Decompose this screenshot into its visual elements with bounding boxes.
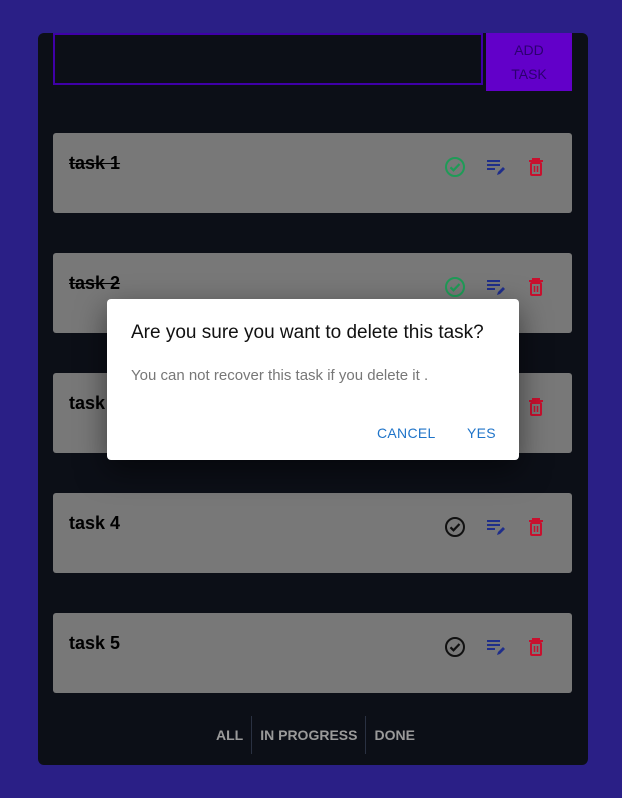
task-card: task 1 [53, 133, 572, 213]
add-task-button[interactable]: ADD TASK [486, 33, 572, 91]
filter-bar: ALL IN PROGRESS DONE [208, 716, 423, 754]
task-card: task 5 [53, 613, 572, 693]
check-circle-icon[interactable] [443, 635, 467, 659]
task-input[interactable] [53, 33, 483, 85]
task-card: task 4 [53, 493, 572, 573]
edit-list-icon[interactable] [484, 275, 508, 299]
add-task-label-line2: TASK [511, 66, 547, 82]
check-circle-icon[interactable] [443, 275, 467, 299]
edit-list-icon[interactable] [484, 635, 508, 659]
trash-icon[interactable] [524, 275, 548, 299]
trash-icon[interactable] [524, 155, 548, 179]
add-task-label-line1: ADD [514, 42, 544, 58]
check-circle-icon[interactable] [443, 155, 467, 179]
add-task-bar: ADD TASK [53, 33, 572, 91]
filter-all-button[interactable]: ALL [208, 716, 253, 754]
delete-confirm-dialog: Are you sure you want to delete this tas… [107, 299, 519, 460]
task-title: task 4 [69, 513, 121, 533]
filter-done-button[interactable]: DONE [366, 716, 422, 754]
edit-list-icon[interactable] [484, 515, 508, 539]
task-title: task 1 [69, 153, 121, 173]
dialog-title: Are you sure you want to delete this tas… [131, 322, 484, 343]
check-circle-icon[interactable] [443, 515, 467, 539]
cancel-button[interactable]: CANCEL [377, 425, 436, 441]
task-title: task 2 [69, 273, 121, 293]
trash-icon[interactable] [524, 635, 548, 659]
dialog-message: You can not recover this task if you del… [131, 367, 429, 384]
yes-button[interactable]: YES [467, 425, 496, 441]
filter-in-progress-button[interactable]: IN PROGRESS [252, 716, 367, 754]
edit-list-icon[interactable] [484, 155, 508, 179]
trash-icon[interactable] [524, 515, 548, 539]
trash-icon[interactable] [524, 395, 548, 419]
task-title: task 5 [69, 633, 121, 653]
